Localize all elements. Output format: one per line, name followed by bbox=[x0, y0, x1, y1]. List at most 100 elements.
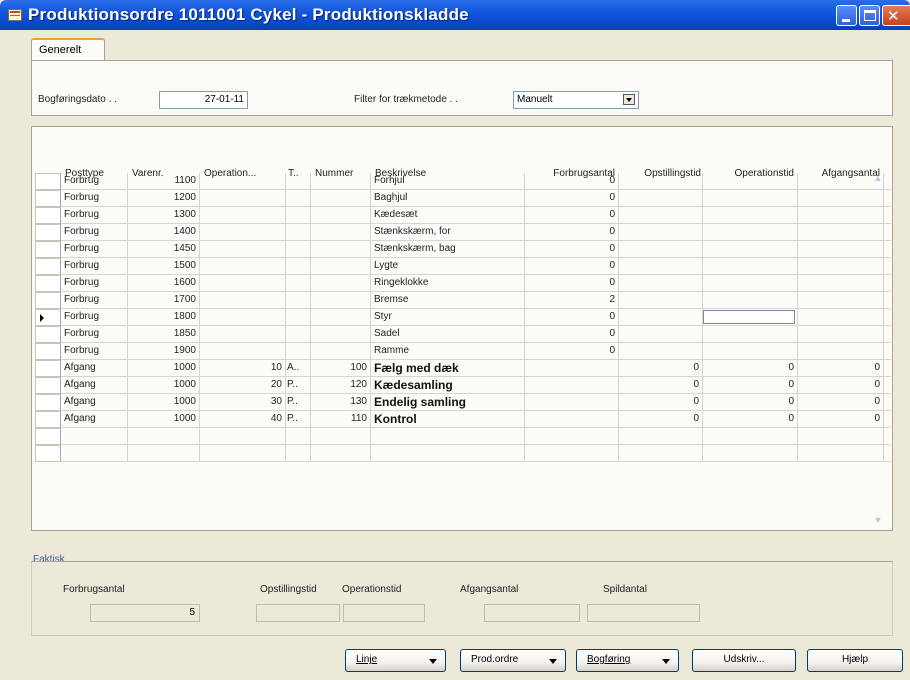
cell-type[interactable] bbox=[284, 190, 311, 207]
cell-item-no[interactable]: 1500 bbox=[128, 258, 200, 275]
row-selector[interactable] bbox=[35, 326, 61, 343]
cell-consumption[interactable]: 0 bbox=[525, 241, 619, 258]
cell-setup-time[interactable]: 0 bbox=[619, 411, 703, 428]
cell-description[interactable]: Lygte bbox=[371, 258, 525, 275]
cell-type[interactable]: P.. bbox=[284, 411, 311, 428]
cell-description[interactable]: Sadel bbox=[371, 326, 525, 343]
cell-run-time[interactable]: 0 bbox=[703, 394, 798, 411]
row-selector[interactable] bbox=[35, 428, 61, 445]
line-menu-button[interactable]: Linje bbox=[345, 649, 446, 672]
cell-item-no[interactable]: 1300 bbox=[128, 207, 200, 224]
cell-setup-time[interactable] bbox=[619, 258, 703, 275]
minimize-button[interactable] bbox=[836, 5, 857, 26]
table-row[interactable]: Afgang 1000 40 P.. 110 Kontrol 0 0 0 bbox=[35, 411, 891, 428]
cell-description[interactable]: Ringeklokke bbox=[371, 275, 525, 292]
title-bar[interactable]: Produktionsordre 1011001 Cykel - Produkt… bbox=[0, 0, 910, 30]
cell-number[interactable] bbox=[311, 292, 371, 309]
cell-description[interactable]: Stænkskærm, bag bbox=[371, 241, 525, 258]
cell-description[interactable]: Forhjul bbox=[371, 173, 525, 190]
print-button[interactable]: Udskriv... bbox=[692, 649, 796, 672]
cell-operation[interactable] bbox=[200, 173, 286, 190]
cell-output[interactable]: 0 bbox=[798, 394, 884, 411]
cell-consumption[interactable]: 0 bbox=[525, 326, 619, 343]
table-row[interactable]: Afgang 1000 30 P.. 130 Endelig samling 0 0 0 bbox=[35, 394, 891, 411]
cell-operation[interactable] bbox=[200, 326, 286, 343]
cell-operation[interactable] bbox=[200, 445, 286, 462]
cell-number[interactable] bbox=[311, 326, 371, 343]
cell-run-time[interactable] bbox=[703, 224, 798, 241]
cell-posttype[interactable]: Forbrug bbox=[61, 190, 128, 207]
help-button[interactable]: Hjælp bbox=[807, 649, 903, 672]
table-row[interactable]: Forbrug 1200 Baghjul 0 bbox=[35, 190, 891, 207]
cell-operation[interactable] bbox=[200, 224, 286, 241]
cell-item-no[interactable]: 1200 bbox=[128, 190, 200, 207]
row-selector[interactable] bbox=[35, 394, 61, 411]
cell-setup-time[interactable]: 0 bbox=[619, 394, 703, 411]
cell-run-time[interactable]: 0 bbox=[703, 377, 798, 394]
cell-run-time[interactable] bbox=[703, 428, 798, 445]
cell-run-time[interactable] bbox=[703, 258, 798, 275]
cell-description[interactable] bbox=[371, 428, 525, 445]
cell-posttype[interactable]: Afgang bbox=[61, 411, 128, 428]
cell-number[interactable]: 110 bbox=[311, 411, 371, 428]
cell-setup-time[interactable] bbox=[619, 224, 703, 241]
cell-number[interactable] bbox=[311, 445, 371, 462]
cell-operation[interactable]: 30 bbox=[200, 394, 286, 411]
table-row[interactable]: Forbrug 1600 Ringeklokke 0 bbox=[35, 275, 891, 292]
row-selector[interactable] bbox=[35, 224, 61, 241]
cell-setup-time[interactable] bbox=[619, 445, 703, 462]
cell-consumption[interactable]: 0 bbox=[525, 309, 619, 326]
row-selector[interactable] bbox=[35, 292, 61, 309]
cell-item-no[interactable] bbox=[128, 445, 200, 462]
cell-output[interactable] bbox=[798, 428, 884, 445]
cell-output[interactable] bbox=[798, 343, 884, 360]
cell-posttype[interactable]: Forbrug bbox=[61, 343, 128, 360]
table-row[interactable]: Forbrug 1700 Bremse 2 bbox=[35, 292, 891, 309]
table-row[interactable]: Forbrug 1400 Stænkskærm, for 0 bbox=[35, 224, 891, 241]
cell-item-no[interactable]: 1100 bbox=[128, 173, 200, 190]
table-row[interactable]: Forbrug 1850 Sadel 0 bbox=[35, 326, 891, 343]
cell-consumption[interactable]: 0 bbox=[525, 207, 619, 224]
cell-setup-time[interactable]: 0 bbox=[619, 360, 703, 377]
cell-run-time[interactable] bbox=[703, 207, 798, 224]
cell-operation[interactable] bbox=[200, 207, 286, 224]
cell-number[interactable] bbox=[311, 190, 371, 207]
cell-consumption[interactable]: 0 bbox=[525, 343, 619, 360]
posting-date-field[interactable]: 27-01-11 bbox=[159, 91, 248, 109]
cell-type[interactable] bbox=[284, 445, 311, 462]
cell-operation[interactable] bbox=[200, 309, 286, 326]
cell-output[interactable]: 0 bbox=[798, 411, 884, 428]
cell-consumption[interactable] bbox=[525, 360, 619, 377]
cell-type[interactable] bbox=[284, 207, 311, 224]
cell-item-no[interactable]: 1000 bbox=[128, 377, 200, 394]
table-row[interactable] bbox=[35, 428, 891, 445]
row-selector[interactable] bbox=[35, 309, 61, 326]
cell-operation[interactable] bbox=[200, 343, 286, 360]
cell-posttype[interactable] bbox=[61, 445, 128, 462]
tab-generelt[interactable]: Generelt bbox=[31, 38, 105, 61]
cell-output[interactable] bbox=[798, 190, 884, 207]
cell-description[interactable]: Ramme bbox=[371, 343, 525, 360]
row-selector[interactable] bbox=[35, 360, 61, 377]
cell-consumption[interactable]: 0 bbox=[525, 173, 619, 190]
cell-operation[interactable] bbox=[200, 292, 286, 309]
close-button[interactable]: ✕ bbox=[882, 5, 910, 26]
row-selector[interactable] bbox=[35, 343, 61, 360]
cell-description[interactable]: Fælg med dæk bbox=[371, 360, 525, 377]
scroll-down-icon[interactable]: ▼ bbox=[872, 515, 884, 527]
cell-run-time[interactable] bbox=[703, 445, 798, 462]
cell-consumption[interactable] bbox=[525, 445, 619, 462]
row-selector[interactable] bbox=[35, 173, 61, 190]
cell-posttype[interactable]: Forbrug bbox=[61, 258, 128, 275]
cell-operation[interactable] bbox=[200, 258, 286, 275]
cell-description[interactable]: Stænkskærm, for bbox=[371, 224, 525, 241]
cell-consumption[interactable]: 0 bbox=[525, 275, 619, 292]
cell-output[interactable] bbox=[798, 445, 884, 462]
cell-item-no[interactable]: 1850 bbox=[128, 326, 200, 343]
cell-setup-time[interactable] bbox=[619, 190, 703, 207]
cell-consumption[interactable]: 0 bbox=[525, 224, 619, 241]
cell-setup-time[interactable] bbox=[619, 343, 703, 360]
row-selector[interactable] bbox=[35, 445, 61, 462]
cell-run-time[interactable] bbox=[703, 275, 798, 292]
cell-setup-time[interactable] bbox=[619, 207, 703, 224]
